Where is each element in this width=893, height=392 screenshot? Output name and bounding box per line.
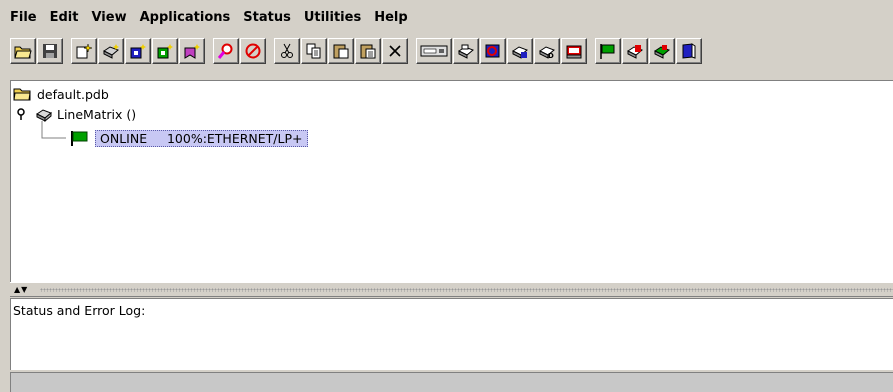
menu-applications[interactable]: Applications — [134, 8, 238, 27]
configure-blue-icon — [130, 44, 146, 59]
splitter-grip[interactable] — [40, 288, 893, 292]
delete-button[interactable] — [382, 38, 408, 64]
application-window: File Edit View Applications Status Utili… — [0, 0, 893, 392]
printer-refresh-button[interactable] — [649, 38, 675, 64]
printer-download-icon: D — [539, 46, 555, 59]
online-button[interactable] — [595, 38, 621, 64]
configure-blue-button[interactable] — [125, 38, 151, 64]
delete-icon — [389, 45, 401, 57]
tree-node-printer[interactable]: LineMatrix () — [15, 105, 136, 123]
menu-edit[interactable]: Edit — [44, 8, 86, 27]
find-icon — [217, 43, 233, 59]
cut-button[interactable] — [274, 38, 300, 64]
paste-special-button[interactable] — [355, 38, 381, 64]
configure-green-icon — [157, 44, 173, 59]
splitter-arrows-icon[interactable]: ▲▼ — [14, 285, 28, 294]
printer-status-icon — [458, 44, 474, 59]
paste-special-icon — [360, 44, 376, 59]
cut-icon — [281, 43, 293, 58]
save-button[interactable] — [37, 38, 63, 64]
tree-node-status[interactable]: ONLINE 100%:ETHERNET/LP+ — [69, 129, 308, 147]
menu-status[interactable]: Status — [237, 8, 298, 27]
open-button[interactable] — [10, 38, 36, 64]
stop-button[interactable] — [240, 38, 266, 64]
configure-green-button[interactable] — [152, 38, 178, 64]
stop-icon — [245, 43, 261, 59]
paste-button[interactable] — [328, 38, 354, 64]
expand-handle-icon[interactable] — [15, 107, 27, 121]
svg-text:D: D — [548, 52, 554, 59]
printer-test-button[interactable] — [561, 38, 587, 64]
menu-view[interactable]: View — [85, 8, 133, 27]
menu-help[interactable]: Help — [368, 8, 414, 27]
printer-options-button[interactable] — [507, 38, 533, 64]
online-flag-icon — [600, 44, 615, 59]
menu-utilities[interactable]: Utilities — [298, 8, 368, 27]
help-book-button[interactable] — [676, 38, 702, 64]
device-tree: default.pdb LineMatrix () ONLINE 100%:ET… — [10, 80, 893, 282]
tree-connector-line — [41, 121, 66, 139]
menu-file[interactable]: File — [4, 8, 44, 27]
printer-status-button[interactable] — [453, 38, 479, 64]
tree-node-printer-label: LineMatrix () — [57, 106, 137, 122]
online-flag-icon — [71, 130, 88, 146]
printer-config-icon — [485, 44, 500, 58]
printer-config-button[interactable] — [480, 38, 506, 64]
toolbar: D — [10, 37, 893, 65]
printer-icon — [36, 109, 52, 122]
tree-node-root[interactable]: default.pdb — [13, 85, 109, 103]
new-document-button[interactable] — [71, 38, 97, 64]
copy-icon — [306, 43, 321, 59]
save-icon — [43, 44, 57, 58]
printer-panel-icon — [420, 45, 448, 57]
new-printer-icon — [103, 44, 119, 59]
printer-refresh-icon — [654, 45, 670, 59]
log-title: Status and Error Log: — [13, 303, 146, 318]
open-folder-icon — [14, 46, 32, 59]
tree-node-root-label: default.pdb — [37, 86, 109, 102]
help-book-icon — [682, 43, 696, 59]
printer-test-icon — [566, 45, 582, 59]
find-button[interactable] — [213, 38, 239, 64]
printer-download-button[interactable]: D — [534, 38, 560, 64]
status-error-log[interactable]: Status and Error Log: — [10, 298, 893, 370]
printer-alert-button[interactable] — [622, 38, 648, 64]
printer-alert-icon — [627, 45, 643, 59]
new-document-icon — [76, 43, 93, 59]
printer-panel-button[interactable] — [416, 38, 452, 64]
tree-node-status-label: ONLINE 100%:ETHERNET/LP+ — [95, 129, 308, 147]
add-bookmark-icon — [184, 44, 200, 59]
folder-icon — [13, 88, 31, 101]
status-bar — [10, 372, 893, 392]
copy-button[interactable] — [301, 38, 327, 64]
paste-icon — [333, 44, 349, 59]
panel-splitter[interactable]: ▲▼ — [10, 282, 893, 297]
printer-options-icon — [512, 46, 528, 59]
new-printer-button[interactable] — [98, 38, 124, 64]
menu-bar: File Edit View Applications Status Utili… — [0, 6, 893, 28]
add-bookmark-button[interactable] — [179, 38, 205, 64]
